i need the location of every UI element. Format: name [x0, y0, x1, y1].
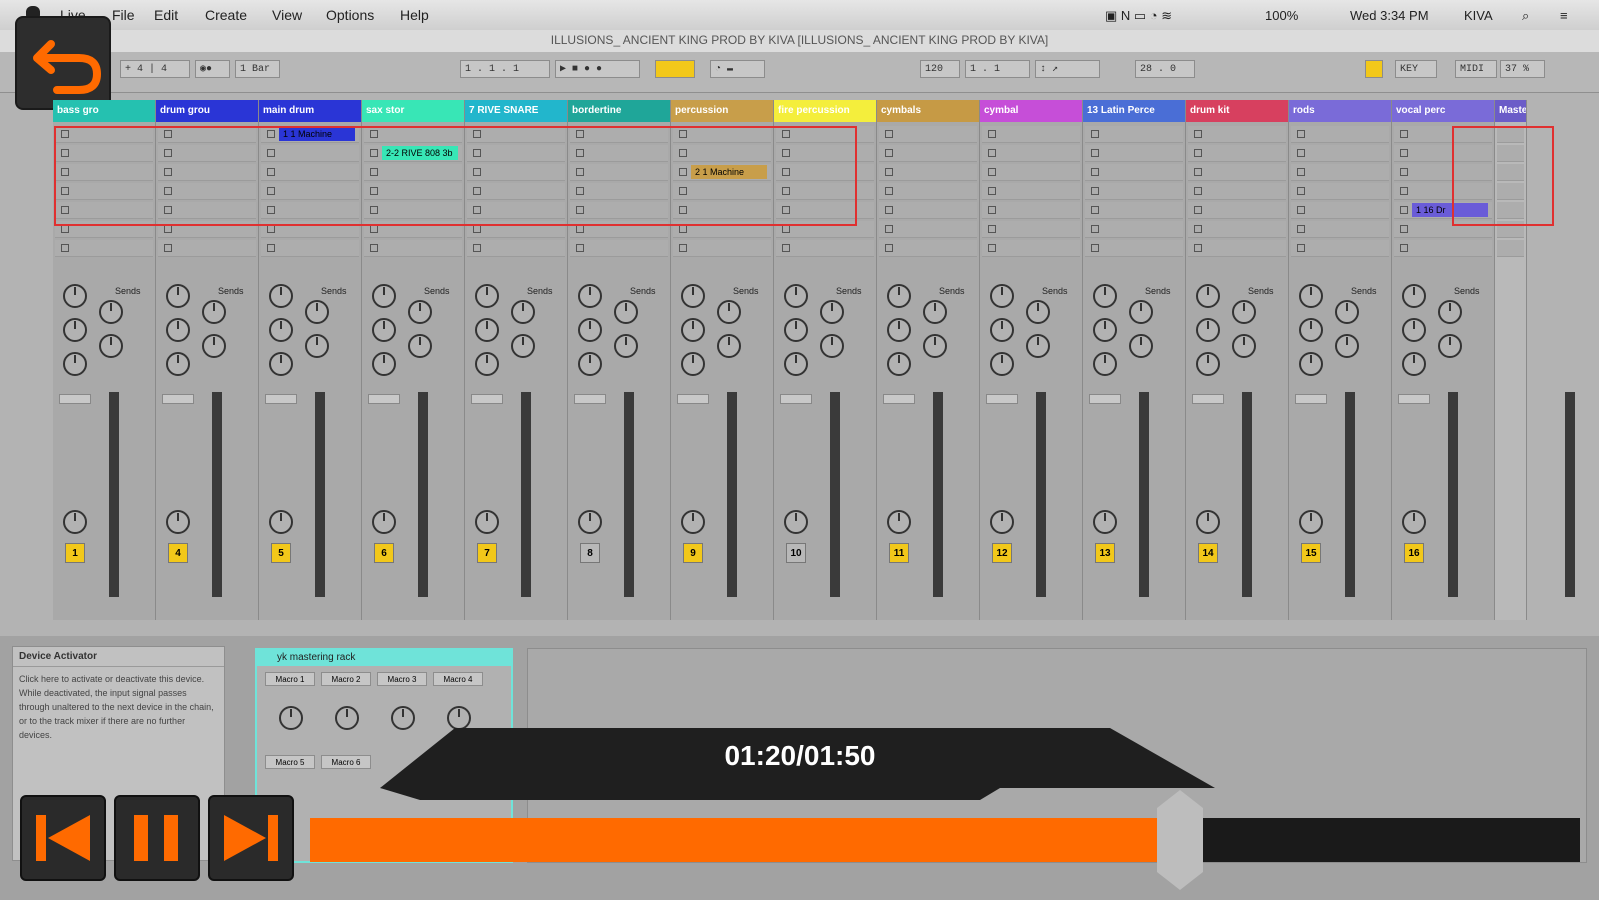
next-button[interactable] [208, 795, 294, 881]
time-display: 01:20/01:50 [724, 740, 876, 771]
pause-button[interactable] [114, 795, 200, 881]
progress-bar[interactable] [310, 818, 1580, 862]
skip-back-icon [36, 815, 90, 861]
skip-forward-icon [224, 815, 278, 861]
progress-fill [310, 818, 1180, 862]
pause-icon [134, 815, 178, 861]
scrub-handle[interactable] [1155, 790, 1205, 890]
previous-button[interactable] [20, 795, 106, 881]
